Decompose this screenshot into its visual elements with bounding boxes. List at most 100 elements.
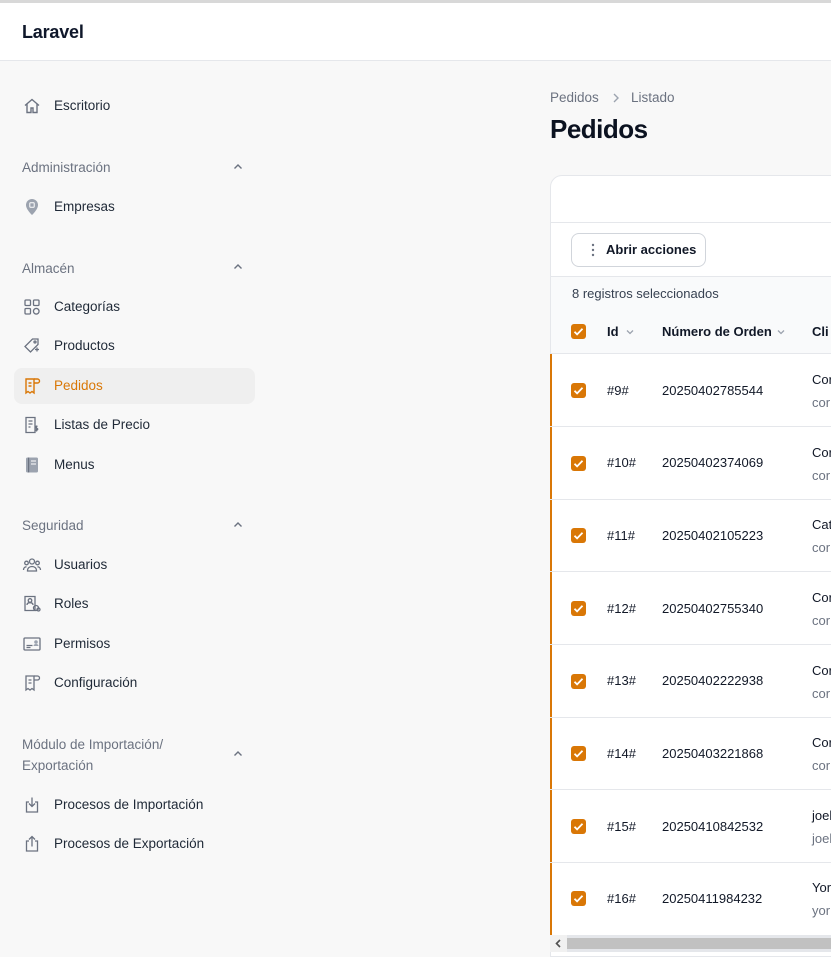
group-label-exportacion[interactable]: Exportación [22,755,93,776]
sidebar-item-roles[interactable]: Roles [14,586,255,622]
selected-row-indicator [550,500,552,573]
scrollbar-thumb[interactable] [567,938,831,949]
cell-order-number: 20250402105223 [662,528,764,543]
sidebar-item-procesos-importacion[interactable]: Procesos de Importación [14,787,255,823]
column-header-order-number[interactable]: Número de Orden [662,324,772,339]
chevron-up-icon[interactable] [232,161,244,173]
cell-order-number: 20250403221868 [662,746,764,761]
cell-client-sub: cor [812,686,831,701]
download-tray-icon [22,795,42,815]
row-checkbox[interactable] [571,891,586,906]
brand-logo-text[interactable]: Laravel [22,22,84,43]
id-card-icon [22,634,42,654]
cell-client-sub: cor [812,758,831,773]
top-bar: Laravel [0,3,831,61]
selected-row-indicator [550,863,552,936]
cell-client-sub: cor [812,613,831,628]
row-checkbox[interactable] [571,601,586,616]
cell-id: #11# [607,528,635,543]
upload-tray-icon [22,834,42,854]
open-actions-label: Abrir acciones [606,242,697,257]
selected-row-indicator [550,354,552,427]
group-label-administracion[interactable]: Administración [22,157,111,178]
row-checkbox[interactable] [571,674,586,689]
sidebar-item-escritorio[interactable]: Escritorio [14,88,255,124]
selected-count-text: 8 registros seleccionados [572,286,719,301]
sidebar-item-empresas[interactable]: Empresas [14,189,255,225]
chevron-down-icon[interactable] [625,327,635,337]
cell-order-number: 20250402755340 [662,601,764,616]
sidebar-item-productos[interactable]: Productos [14,328,255,364]
cell-id: #10# [607,455,636,470]
cell-id: #16# [607,891,636,906]
chevron-left-icon [555,939,561,948]
sidebar-item-listas-de-precio[interactable]: Listas de Precio [14,407,255,443]
column-header-id[interactable]: Id [607,324,619,339]
sidebar-item-menus[interactable]: Menus [14,447,255,483]
sidebar-item-label: Escritorio [54,98,111,113]
cell-order-number: 20250411984232 [662,891,763,906]
sidebar-item-label: Configuración [54,675,138,690]
sidebar-item-label: Menus [54,457,95,472]
cell-client: Cor [812,445,831,460]
row-checkbox[interactable] [571,383,586,398]
scroll-left-button[interactable] [550,935,567,952]
cell-order-number: 20250402222938 [662,673,764,688]
sidebar-item-label: Productos [54,338,115,353]
sidebar-item-configuracion[interactable]: Configuración [14,665,255,701]
selected-row-indicator [550,718,552,791]
row-checkbox[interactable] [571,456,586,471]
row-checkbox[interactable] [571,528,586,543]
sidebar-item-procesos-exportacion[interactable]: Procesos de Exportación [14,826,255,862]
home-icon [22,96,42,116]
sidebar-item-pedidos[interactable]: Pedidos [14,368,255,404]
row-checkbox[interactable] [571,819,586,834]
chevron-down-icon[interactable] [776,327,786,337]
sidebar-item-label: Roles [54,596,89,611]
chevron-right-icon [613,93,619,103]
select-all-checkbox[interactable] [571,324,586,339]
cell-id: #12# [607,601,636,616]
cell-client-sub: cor [812,395,831,410]
sidebar-item-label: Empresas [54,199,115,214]
open-actions-button[interactable]: Abrir acciones [571,233,706,267]
users-icon [22,555,42,575]
selected-row-indicator [550,645,552,718]
sidebar-item-label: Usuarios [54,557,108,572]
cell-client-sub: cor [812,468,831,483]
sidebar-item-usuarios[interactable]: Usuarios [14,547,255,583]
sidebar-item-label: Procesos de Importación [54,797,204,812]
tag-icon [22,336,42,356]
row-checkbox[interactable] [571,746,586,761]
group-label-almacen[interactable]: Almacén [22,258,75,279]
price-list-icon [22,415,42,435]
roles-icon [22,594,42,614]
cell-client-sub: joel [812,831,831,846]
selected-row-indicator [550,572,552,645]
breadcrumb-parent[interactable]: Pedidos [550,90,599,105]
cell-order-number: 20250402785544 [662,383,764,398]
divider [550,222,831,223]
sidebar-item-categorias[interactable]: Categorías [14,289,255,325]
column-header-client[interactable]: Cli [812,324,829,339]
group-label-seguridad[interactable]: Seguridad [22,515,84,536]
page-title: Pedidos [550,114,648,144]
sidebar-item-label: Listas de Precio [54,417,151,432]
cell-order-number: 20250410842532 [662,819,764,834]
group-label-importacion[interactable]: Módulo de Importación/ [22,734,163,755]
cell-client-sub: yor [812,903,831,918]
cell-client: Cor [812,735,831,750]
chevron-up-icon[interactable] [232,519,244,531]
cell-client: Cor [812,372,831,387]
sidebar-item-label: Procesos de Exportación [54,836,205,851]
cell-client: joel [812,808,831,823]
sidebar-item-permisos[interactable]: Permisos [14,626,255,662]
sidebar-item-label: Categorías [54,299,121,314]
breadcrumb-current: Listado [631,90,675,105]
cell-client: Cat [812,517,831,532]
selected-row-indicator [550,427,552,500]
chevron-up-icon[interactable] [232,748,244,760]
receipt-icon [22,673,42,693]
more-vertical-icon [591,243,595,257]
chevron-up-icon[interactable] [232,261,244,273]
